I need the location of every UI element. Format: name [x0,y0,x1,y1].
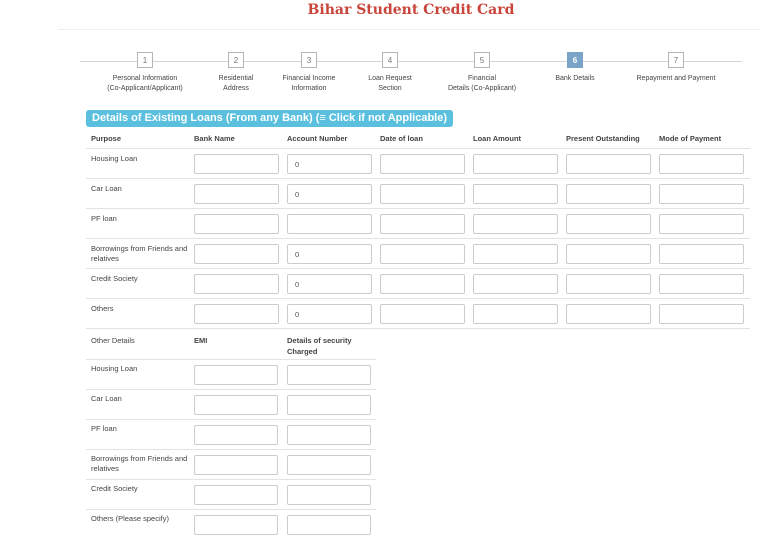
mode-of-payment-input[interactable] [659,304,744,324]
security-details-input[interactable] [287,485,371,505]
loan-purpose-label: Borrowings from Friends and relatives [91,244,188,263]
present-outstanding-input[interactable] [566,214,651,234]
column-header-loan-amount: Loan Amount [473,134,522,143]
date-of-loan-input[interactable] [380,214,465,234]
other-details-label: Credit Society [91,484,138,493]
table-row-divider [86,509,376,510]
other-details-label: Others (Please specify) [91,514,169,523]
emi-input[interactable] [194,455,278,475]
wizard-step-number: 3 [301,52,317,68]
other-details-label: PF loan [91,424,117,433]
wizard-step-number: 5 [474,52,490,68]
other-details-label: Car Loan [91,394,122,403]
other-details-label: Borrowings from Friends and relatives [91,454,188,473]
loan-purpose-label: Housing Loan [91,154,138,163]
mode-of-payment-input[interactable] [659,184,744,204]
page-title: Bihar Student Credit Card [307,2,515,18]
bank-name-input[interactable] [194,154,279,174]
security-details-input[interactable] [287,395,371,415]
date-of-loan-input[interactable] [380,304,465,324]
security-details-input[interactable] [287,425,371,445]
table-row-divider [86,328,750,329]
present-outstanding-input[interactable] [566,154,651,174]
emi-input[interactable] [194,395,278,415]
present-outstanding-input[interactable] [566,304,651,324]
table-row-divider [86,359,376,360]
table-row-divider [86,419,376,420]
account-number-input[interactable] [287,184,372,204]
emi-input[interactable] [194,515,278,535]
bank-name-input[interactable] [194,214,279,234]
present-outstanding-input[interactable] [566,274,651,294]
date-of-loan-input[interactable] [380,274,465,294]
wizard-steps: 1 Personal Information (Co-Applicant/Appl… [80,52,742,100]
loan-purpose-label: Car Loan [91,184,122,193]
loan-purpose-label: Others [91,304,114,313]
emi-input[interactable] [194,485,278,505]
loan-amount-input[interactable] [473,154,558,174]
table-row-divider [86,479,376,480]
present-outstanding-input[interactable] [566,244,651,264]
account-number-input[interactable] [287,274,372,294]
wizard-step-number: 6 [567,52,583,68]
wizard-step-number: 2 [228,52,244,68]
column-header-present-outstanding: Present Outstanding [566,134,640,143]
column-header-date-of-loan: Date of loan [380,134,423,143]
emi-input[interactable] [194,425,278,445]
date-of-loan-input[interactable] [380,154,465,174]
bank-name-input[interactable] [194,184,279,204]
mode-of-payment-input[interactable] [659,154,744,174]
account-number-input[interactable] [287,214,372,234]
date-of-loan-input[interactable] [380,244,465,264]
other-details-header-1: EMI [194,336,208,345]
loan-amount-input[interactable] [473,184,558,204]
emi-input[interactable] [194,365,278,385]
table-row-divider [86,298,750,299]
wizard-step-label: Repayment and Payment [636,75,716,82]
header-divider [86,148,750,149]
wizard-step-7[interactable]: 7 Repayment and Payment [616,52,736,84]
loan-amount-input[interactable] [473,304,558,324]
account-number-input[interactable] [287,244,372,264]
mode-of-payment-input[interactable] [659,274,744,294]
column-header-account-number: Account Number [287,134,348,143]
column-header-mode-of-payment: Mode of Payment [659,134,722,143]
bank-name-input[interactable] [194,244,279,264]
existing-loans-banner[interactable]: Details of Existing Loans (From any Bank… [86,110,454,127]
wizard-step-number: 1 [137,52,153,68]
table-row-divider [86,449,376,450]
account-number-input[interactable] [287,154,372,174]
bank-name-input[interactable] [194,274,279,294]
table-row-divider [86,208,750,209]
table-row-divider [86,268,750,269]
loan-amount-input[interactable] [473,274,558,294]
table-row-divider [86,389,376,390]
other-details-header-2: Details of security Charged [287,336,352,356]
wizard-step-number: 7 [668,52,684,68]
column-header-bank-name: Bank Name [194,134,235,143]
account-number-input[interactable] [287,304,372,324]
wizard-step-number: 4 [382,52,398,68]
date-of-loan-input[interactable] [380,184,465,204]
loan-amount-input[interactable] [473,244,558,264]
loan-purpose-label: Credit Society [91,274,138,283]
table-row-divider [86,178,750,179]
table-row-divider [86,238,750,239]
mode-of-payment-input[interactable] [659,214,744,234]
column-header-purpose: Purpose [91,134,122,143]
loan-amount-input[interactable] [473,214,558,234]
bank-name-input[interactable] [194,304,279,324]
mode-of-payment-input[interactable] [659,244,744,264]
other-details-label: Housing Loan [91,364,138,373]
header-divider [58,29,760,30]
security-details-input[interactable] [287,455,371,475]
security-details-input[interactable] [287,515,371,535]
other-details-header-0: Other Details [91,336,135,345]
present-outstanding-input[interactable] [566,184,651,204]
security-details-input[interactable] [287,365,371,385]
loan-purpose-label: PF loan [91,214,117,223]
